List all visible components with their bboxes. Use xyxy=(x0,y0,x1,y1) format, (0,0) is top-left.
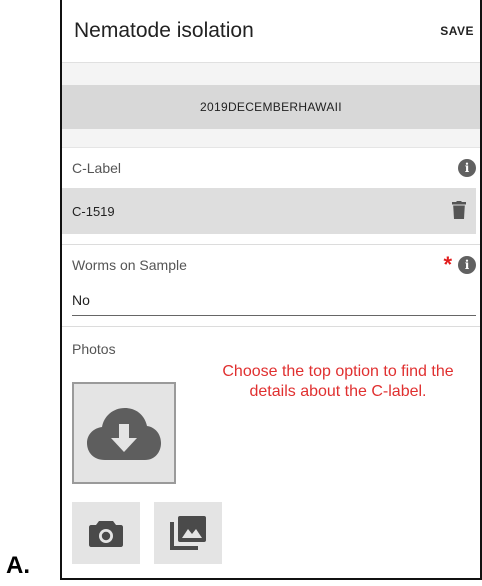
required-asterisk: * xyxy=(443,252,452,277)
info-icon[interactable]: i xyxy=(458,159,476,177)
figure-label: A. xyxy=(6,552,30,579)
trash-icon[interactable] xyxy=(452,200,466,222)
spacer xyxy=(62,63,480,85)
photo-upload-button[interactable] xyxy=(72,382,176,484)
annotation-note: Choose the top option to find the detail… xyxy=(222,363,454,400)
divider xyxy=(62,326,480,327)
page-title: Nematode isolation xyxy=(74,19,254,42)
save-button[interactable]: SAVE xyxy=(440,24,474,38)
app-header: Nematode isolation SAVE xyxy=(62,0,480,63)
clabel-label: C-Label xyxy=(72,160,122,176)
worms-select[interactable]: No xyxy=(72,285,476,316)
camera-icon xyxy=(89,521,123,547)
clabel-field: C-Label i C-1519 xyxy=(62,148,480,245)
worms-field: Worms on Sample * i No xyxy=(62,245,480,327)
photos-label: Photos xyxy=(72,341,116,357)
sample-name-bar: 2019DECEMBERHAWAII xyxy=(62,85,480,129)
gallery-button[interactable] xyxy=(154,502,222,564)
info-icon[interactable]: i xyxy=(458,256,476,274)
cloud-download-icon xyxy=(87,408,161,460)
spacer xyxy=(62,129,480,148)
sample-name: 2019DECEMBERHAWAII xyxy=(200,100,342,114)
app-screen: Nematode isolation SAVE 2019DECEMBERHAWA… xyxy=(60,0,482,580)
gallery-icon xyxy=(170,516,206,550)
worms-label: Worms on Sample xyxy=(72,257,187,273)
clabel-value: C-1519 xyxy=(72,203,115,219)
clabel-value-box[interactable]: C-1519 xyxy=(62,188,476,234)
worms-value: No xyxy=(72,292,90,308)
camera-button[interactable] xyxy=(72,502,140,564)
